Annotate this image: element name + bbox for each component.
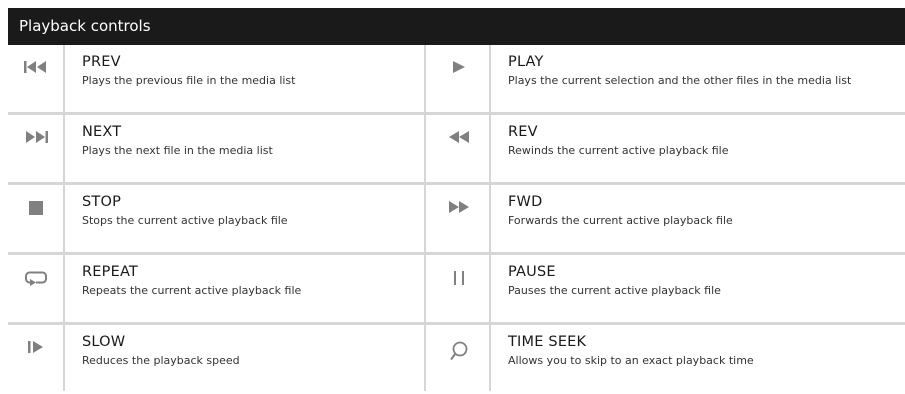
- playback-controls-table: Playback controls PREV Plays the previou…: [8, 8, 905, 394]
- control-description: Reduces the playback speed: [82, 354, 240, 367]
- control-description: Repeats the current active playback file: [82, 284, 302, 297]
- table-row: REPEAT Repeats the current active playba…: [8, 255, 905, 325]
- table-header: Playback controls: [8, 8, 905, 45]
- slow-icon: [27, 341, 44, 353]
- fast-forward-icon: [448, 201, 470, 213]
- control-title: PLAY: [508, 54, 544, 70]
- rewind-icon: [448, 131, 470, 143]
- control-title: REV: [508, 124, 538, 140]
- control-description: Plays the next file in the media list: [82, 144, 273, 157]
- control-description: Pauses the current active playback file: [508, 284, 721, 297]
- table-row: PREV Plays the previous file in the medi…: [8, 45, 905, 115]
- repeat-icon: [24, 271, 47, 287]
- control-title: REPEAT: [82, 264, 138, 280]
- control-title: FWD: [508, 194, 543, 210]
- stop-icon: [28, 201, 43, 215]
- control-title: PREV: [82, 54, 121, 70]
- control-description: Plays the current selection and the othe…: [508, 74, 852, 87]
- control-description: Forwards the current active playback fil…: [508, 214, 733, 227]
- table-row: STOP Stops the current active playback f…: [8, 185, 905, 255]
- control-description: Stops the current active playback file: [82, 214, 288, 227]
- control-title: SLOW: [82, 334, 126, 350]
- control-description: Allows you to skip to an exact playback …: [508, 354, 754, 367]
- prev-icon: [23, 61, 48, 73]
- pause-icon: [453, 271, 465, 285]
- control-title: STOP: [82, 194, 122, 210]
- control-description: Rewinds the current active playback file: [508, 144, 729, 157]
- table-row: NEXT Plays the next file in the media li…: [8, 115, 905, 185]
- time-seek-icon: [449, 341, 468, 361]
- next-icon: [24, 131, 48, 143]
- table-row: SLOW Reduces the playback speed TIME SEE…: [8, 325, 905, 391]
- control-title: NEXT: [82, 124, 122, 140]
- play-icon: [452, 61, 466, 73]
- control-description: Plays the previous file in the media lis…: [82, 74, 296, 87]
- control-title: PAUSE: [508, 264, 556, 280]
- control-title: TIME SEEK: [508, 334, 587, 350]
